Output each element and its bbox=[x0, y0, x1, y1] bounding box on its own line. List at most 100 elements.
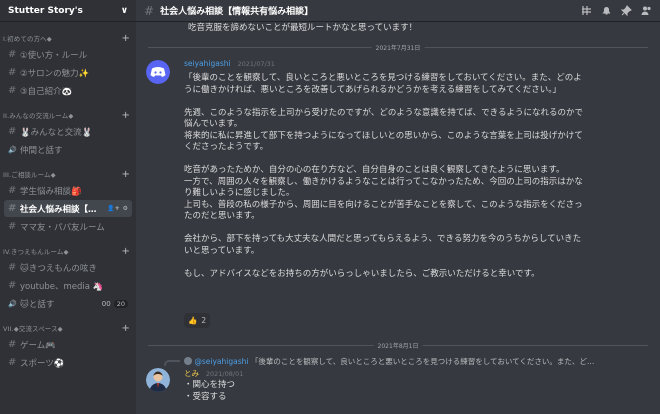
add-channel-icon[interactable]: + bbox=[122, 246, 130, 257]
message-line: 一方で、周囲の人々を観察し、働きかけるようなことは行ってこなかったため、今回の上… bbox=[184, 176, 583, 187]
reply-avatar bbox=[184, 357, 192, 365]
channel-label: 🐰みんなと交流🐰 bbox=[20, 127, 93, 138]
timestamp: 2021/08/01 bbox=[205, 370, 244, 378]
date-divider: 2021年8月1日 bbox=[148, 341, 648, 350]
speaker-icon: 🔊 bbox=[8, 299, 17, 308]
message-line bbox=[184, 96, 583, 108]
pin-icon[interactable] bbox=[621, 5, 632, 16]
channel-category[interactable]: III.ご相談ルーム◆ + bbox=[0, 167, 136, 181]
members-icon[interactable] bbox=[641, 5, 652, 16]
server-header[interactable]: Stutter Story's ∨ bbox=[0, 0, 136, 22]
gear-icon[interactable]: ⚙ bbox=[123, 205, 128, 212]
date-label: 2021年7月31日 bbox=[371, 43, 425, 52]
message-line: 「後輩のことを観察して、良いところと悪いところを見つける練習をしておいてください… bbox=[184, 73, 582, 83]
add-channel-icon[interactable]: + bbox=[122, 110, 130, 121]
chat-area: # 社会人悩み相談【情報共有悩み相談】 吃音克服を諦めないことが最短ルートかなと… bbox=[136, 0, 660, 414]
channel-label: ②サロンの魅力✨ bbox=[20, 68, 90, 79]
speaker-icon: 🔊 bbox=[8, 145, 17, 154]
add-channel-icon[interactable]: + bbox=[122, 33, 130, 44]
message-line: ・受容する bbox=[184, 391, 227, 402]
sidebar-channel[interactable]: # ③自己紹介🐼 bbox=[4, 82, 132, 99]
channel-sidebar: Stutter Story's ∨ I.初めての方へ◆ + # ①使い方・ルール # ②サ… bbox=[0, 0, 136, 414]
message-body: ・関心を持つ ・受容する bbox=[184, 380, 235, 403]
channel-category[interactable]: II.みんなの交流ルーム◆ + bbox=[0, 108, 136, 122]
header-toolbar bbox=[581, 5, 652, 16]
reply-preview[interactable]: @seiyahigashi 「後輩のことを観察して、良いところと悪いところを見つ… bbox=[184, 356, 648, 367]
hash-icon: # bbox=[8, 203, 17, 214]
channel-title: 社会人悩み相談【情報共有悩み相談】 bbox=[160, 7, 314, 17]
category-label: IV.きつえもんルーム◆ bbox=[3, 248, 69, 256]
category-label: II.みんなの交流ルーム◆ bbox=[3, 112, 74, 120]
reply-text: 「後輩のことを観察して、良いところと悪いところを見つける練習をしておいてください… bbox=[250, 357, 595, 366]
threads-icon[interactable] bbox=[581, 5, 592, 16]
sidebar-channel[interactable]: 🔊 仲間と話す bbox=[4, 141, 132, 158]
channel-category[interactable]: VII.◆交流スペース◆ + bbox=[0, 321, 136, 335]
sidebar-channel[interactable]: # スポーツ⚽ bbox=[4, 354, 132, 371]
message-line: 将来的に私に昇進して部下を持つようになってほしいとの思いから、このような言葉を上… bbox=[184, 130, 583, 141]
hash-icon: # bbox=[8, 85, 17, 96]
sidebar-channel[interactable]: # youtube、media 🦄 bbox=[4, 277, 132, 294]
user-avatar[interactable] bbox=[146, 60, 170, 84]
sidebar-channel[interactable]: # 社会人悩み相談【… 👤+ ⚙ bbox=[4, 200, 132, 217]
sidebar-channel[interactable]: # 🐱きつえもんの呟き bbox=[4, 259, 132, 276]
message-line: 上司も、普段の私の様子から、周囲に目を向けることが苦手なことを察して、このような… bbox=[184, 199, 583, 210]
channel-header: # 社会人悩み相談【情報共有悩み相談】 bbox=[136, 0, 660, 22]
author-name[interactable]: とみ bbox=[184, 369, 199, 378]
hash-icon: # bbox=[8, 49, 17, 60]
message-header: とみ 2021/08/01 bbox=[184, 368, 243, 379]
sidebar-channel[interactable]: 🔊 🐱と話す 00 20 bbox=[4, 295, 132, 312]
channel-label: 仲間と話す bbox=[20, 145, 63, 156]
date-divider: 2021年7月31日 bbox=[148, 43, 648, 52]
sidebar-channel[interactable]: # ①使い方・ルール bbox=[4, 46, 132, 63]
message-line bbox=[184, 257, 583, 269]
channel-label: 🐱と話す bbox=[20, 299, 55, 310]
message-line bbox=[184, 223, 583, 235]
user-limit: 20 bbox=[113, 299, 128, 308]
message-header: seiyahigashi 2021/07/31 bbox=[184, 59, 275, 69]
invite-icon[interactable]: 👤+ bbox=[107, 205, 120, 212]
user-count: 00 bbox=[101, 299, 111, 308]
sidebar-channel[interactable]: # ママ友・パパ友ルーム bbox=[4, 218, 132, 235]
bell-icon[interactable] bbox=[601, 5, 612, 16]
message-line: り難しいように感じました。 bbox=[184, 188, 295, 198]
message-text-partial: 吃音克服を諦めないことが最短ルートかなと思っています！ bbox=[188, 23, 418, 33]
channel-label: 🐱きつえもんの呟き bbox=[20, 263, 97, 274]
hash-icon: # bbox=[8, 357, 17, 368]
channel-category[interactable]: IV.きつえもんルーム◆ + bbox=[0, 244, 136, 258]
category-label: III.ご相談ルーム◆ bbox=[3, 171, 56, 179]
sidebar-channel[interactable]: # 🐰みんなと交流🐰 bbox=[4, 123, 132, 140]
date-label: 2021年8月1日 bbox=[373, 341, 423, 350]
timestamp: 2021/07/31 bbox=[237, 60, 275, 68]
hash-icon: # bbox=[8, 280, 17, 291]
add-channel-icon[interactable]: + bbox=[122, 323, 130, 334]
hash-icon: # bbox=[8, 67, 17, 78]
add-channel-icon[interactable]: + bbox=[122, 169, 130, 180]
message-line: ・関心を持つ bbox=[184, 380, 236, 390]
reply-connector bbox=[164, 360, 180, 366]
message-line: もし、アドバイスなどをお持ちの方がいらっしゃいましたら、ご教示いただけると幸いで… bbox=[184, 268, 540, 279]
message-line: 先週、このような指示を上司から受けたのですが、どのような意識を持てば、できるよう… bbox=[184, 107, 583, 118]
message-line: うに働きかければ、悪いところを改善してあげられるかどうかを考える練習をしてみてく… bbox=[184, 84, 561, 95]
channel-category[interactable]: I.初めての方へ◆ + bbox=[0, 31, 136, 45]
server-name: Stutter Story's bbox=[8, 5, 83, 16]
message-line: 悩んでいます。 bbox=[184, 119, 243, 129]
category-label: VII.◆交流スペース◆ bbox=[3, 325, 63, 333]
sidebar-channel[interactable]: # ②サロンの魅力✨ bbox=[4, 64, 132, 81]
channel-actions: 👤+ ⚙ bbox=[107, 205, 128, 212]
author-name[interactable]: seiyahigashi bbox=[184, 59, 231, 68]
message-line: いと思っています。 bbox=[184, 245, 260, 256]
hash-icon: # bbox=[8, 339, 17, 350]
hash-icon: # bbox=[8, 221, 17, 232]
message-line: たのだと思います。 bbox=[184, 211, 260, 221]
channel-label: 社会人悩み相談【… bbox=[20, 204, 97, 215]
channel-label: youtube、media 🦄 bbox=[20, 281, 104, 292]
user-avatar[interactable] bbox=[146, 368, 170, 392]
hash-icon: # bbox=[144, 3, 155, 18]
message-line bbox=[184, 154, 583, 166]
sidebar-channel[interactable]: # 学生悩み相談🎒 bbox=[4, 182, 132, 199]
reaction-chip[interactable]: 👍 2 bbox=[184, 313, 211, 328]
message-line: くださったようです。 bbox=[184, 142, 269, 152]
sidebar-channel[interactable]: # ゲーム🎮 bbox=[4, 336, 132, 353]
category-label: I.初めての方へ◆ bbox=[3, 35, 52, 43]
hash-icon: # bbox=[8, 126, 17, 137]
